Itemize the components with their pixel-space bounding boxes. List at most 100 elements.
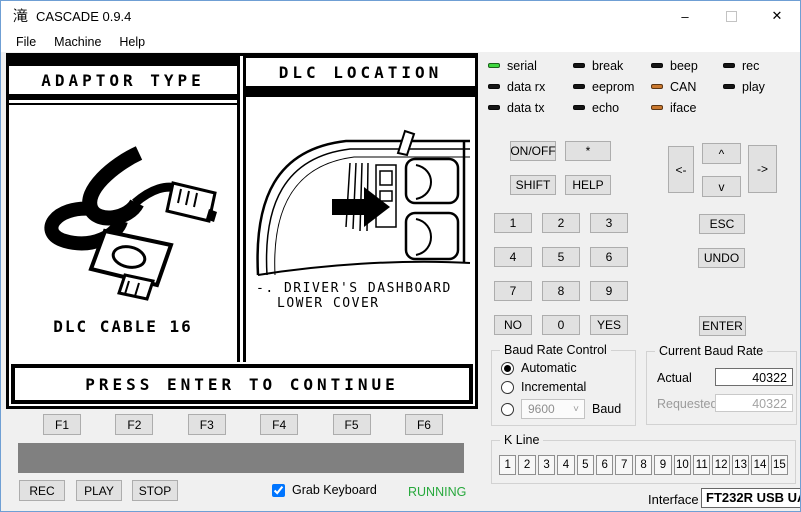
data-rx-led-label: data rx (507, 80, 545, 94)
close-button[interactable]: ✕ (754, 1, 800, 31)
arrow-up-button[interactable]: ^ (702, 143, 741, 164)
grab-keyboard-option: Grab Keyboard (272, 483, 377, 497)
echo-led-label: echo (592, 101, 619, 115)
rec-led-label: rec (742, 59, 759, 73)
beep-led (651, 63, 663, 68)
break-led-label: break (592, 59, 623, 73)
menu-machine[interactable]: Machine (45, 33, 110, 51)
current-baud-rate-title: Current Baud Rate (655, 344, 767, 358)
interface-field: FT232R USB UART (701, 488, 801, 508)
grab-keyboard-label: Grab Keyboard (292, 483, 377, 497)
keypad-digits: 1 2 3 4 5 6 7 8 9 NO 0 YES (494, 213, 628, 335)
minimize-button[interactable]: – (662, 1, 708, 31)
k-line-buttons: 1 2 3 4 5 6 7 8 9 10 11 12 13 14 15 (499, 455, 788, 475)
k-line-14[interactable]: 14 (751, 455, 768, 475)
can-led (651, 84, 663, 89)
on-off-button[interactable]: ON/OFF (510, 141, 556, 161)
key-7[interactable]: 7 (494, 281, 532, 301)
actual-label: Actual (657, 371, 692, 385)
key-2[interactable]: 2 (542, 213, 580, 233)
function-key-row: F1 F2 F3 F4 F5 F6 (43, 414, 443, 435)
k-line-15[interactable]: 15 (771, 455, 788, 475)
grab-keyboard-checkbox[interactable] (272, 484, 285, 497)
esc-button[interactable]: ESC (699, 214, 745, 234)
rec-button[interactable]: REC (19, 480, 65, 501)
k-line-4[interactable]: 4 (557, 455, 574, 475)
key-1[interactable]: 1 (494, 213, 532, 233)
arrow-left-button[interactable]: <- (668, 146, 694, 193)
star-button[interactable]: * (565, 141, 611, 161)
arrow-right-button[interactable]: -> (748, 145, 777, 193)
k-line-11[interactable]: 11 (693, 455, 710, 475)
keypad-top: ON/OFF * SHIFT HELP (510, 141, 612, 195)
menu-help[interactable]: Help (110, 33, 154, 51)
key-6[interactable]: 6 (590, 247, 628, 267)
beep-led-label: beep (670, 59, 698, 73)
key-5[interactable]: 5 (542, 247, 580, 267)
incremental-radio[interactable] (501, 381, 514, 394)
key-9[interactable]: 9 (590, 281, 628, 301)
k-line-title: K Line (500, 433, 543, 447)
f3-button[interactable]: F3 (188, 414, 226, 435)
car-diagram-image (250, 107, 472, 277)
key-3[interactable]: 3 (590, 213, 628, 233)
key-0[interactable]: 0 (542, 315, 580, 335)
menu-bar: File Machine Help (1, 31, 800, 52)
no-button[interactable]: NO (494, 315, 532, 335)
panel-divider (237, 56, 246, 362)
baud-rate-control-title: Baud Rate Control (500, 343, 611, 357)
k-line-13[interactable]: 13 (732, 455, 749, 475)
baud-select[interactable]: 9600 ˅ (521, 399, 585, 419)
iface-led (651, 105, 663, 110)
yes-button[interactable]: YES (590, 315, 628, 335)
f6-button[interactable]: F6 (405, 414, 443, 435)
app-window: 滝 CASCADE 0.9.4 – ✕ File Machine Help AD… (0, 0, 801, 512)
play-led (723, 84, 735, 89)
k-line-9[interactable]: 9 (654, 455, 671, 475)
requested-baud-field: 40322 (715, 394, 793, 412)
k-line-12[interactable]: 12 (712, 455, 729, 475)
k-line-8[interactable]: 8 (635, 455, 652, 475)
stop-button[interactable]: STOP (132, 480, 178, 501)
f4-button[interactable]: F4 (260, 414, 298, 435)
key-8[interactable]: 8 (542, 281, 580, 301)
data-tx-led-label: data tx (507, 101, 545, 115)
footer-message: PRESS ENTER TO CONTINUE (85, 375, 399, 394)
enter-button[interactable]: ENTER (699, 316, 746, 336)
f2-button[interactable]: F2 (115, 414, 153, 435)
play-led-label: play (742, 80, 765, 94)
f1-button[interactable]: F1 (43, 414, 81, 435)
help-button[interactable]: HELP (565, 175, 611, 195)
k-line-5[interactable]: 5 (577, 455, 594, 475)
app-icon: 滝 (13, 9, 28, 24)
menu-file[interactable]: File (7, 33, 45, 51)
rec-led (723, 63, 735, 68)
title-bar: 滝 CASCADE 0.9.4 – ✕ (1, 1, 800, 31)
requested-label: Requested (657, 397, 717, 411)
manual-baud-radio[interactable] (501, 403, 514, 416)
k-line-1[interactable]: 1 (499, 455, 516, 475)
key-4[interactable]: 4 (494, 247, 532, 267)
play-button[interactable]: PLAY (76, 480, 122, 501)
maximize-button[interactable] (708, 1, 754, 31)
actual-baud-field[interactable]: 40322 (715, 368, 793, 386)
arrow-down-button[interactable]: v (702, 176, 741, 197)
f5-button[interactable]: F5 (333, 414, 371, 435)
window-controls: – ✕ (662, 1, 800, 31)
k-line-group: K Line 1 2 3 4 5 6 7 8 9 10 11 12 13 14 … (491, 440, 796, 484)
iface-led-label: iface (670, 101, 696, 115)
k-line-3[interactable]: 3 (538, 455, 555, 475)
k-line-7[interactable]: 7 (615, 455, 632, 475)
automatic-radio[interactable] (501, 362, 514, 375)
shift-button[interactable]: SHIFT (510, 175, 556, 195)
interface-label: Interface (648, 492, 699, 507)
status-running: RUNNING (408, 485, 466, 499)
k-line-10[interactable]: 10 (674, 455, 691, 475)
k-line-6[interactable]: 6 (596, 455, 613, 475)
undo-button[interactable]: UNDO (698, 248, 745, 268)
baud-unit-label: Baud (592, 402, 621, 416)
baud-rate-control-group: Baud Rate Control Automatic Incremental … (491, 350, 636, 426)
dlc-cable-image (21, 139, 225, 307)
eeprom-led (573, 84, 585, 89)
k-line-2[interactable]: 2 (518, 455, 535, 475)
